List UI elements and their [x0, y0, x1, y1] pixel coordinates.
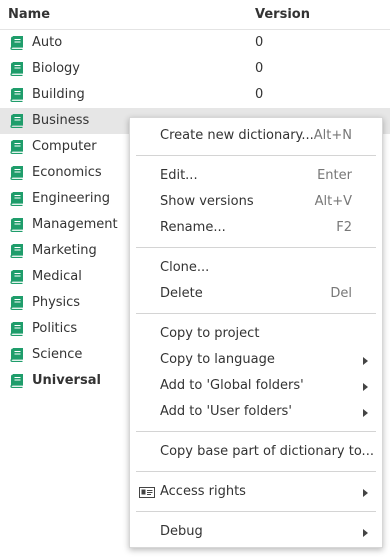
book-icon — [10, 61, 24, 77]
dictionary-name: Biology — [32, 61, 80, 76]
submenu-arrow-icon — [363, 409, 368, 417]
menu-item-label: Rename... — [160, 220, 226, 235]
submenu-arrow-icon — [363, 357, 368, 365]
book-icon — [10, 87, 24, 103]
menu-item-copy-base-part[interactable]: Copy base part of dictionary to... — [130, 439, 382, 465]
dictionary-name: Engineering — [32, 191, 110, 206]
submenu-arrow-icon — [363, 529, 368, 537]
book-icon — [10, 35, 24, 51]
menu-item-label: Copy to language — [160, 352, 275, 367]
book-icon — [10, 321, 24, 337]
menu-item-label: Add to 'User folders' — [160, 404, 292, 419]
dictionary-row[interactable]: Biology 0 — [0, 56, 390, 82]
dictionary-version: 0 — [255, 87, 264, 102]
book-icon — [10, 373, 24, 389]
dictionary-name: Auto — [32, 35, 63, 50]
id-card-icon — [139, 487, 155, 498]
menu-item-clone[interactable]: Clone... — [130, 255, 382, 281]
menu-item-delete[interactable]: Delete Del — [130, 281, 382, 307]
book-icon — [10, 139, 24, 155]
menu-separator — [136, 431, 376, 432]
menu-item-label: Add to 'Global folders' — [160, 378, 304, 393]
menu-item-shortcut: F2 — [336, 220, 352, 235]
book-icon — [10, 243, 24, 259]
book-icon — [10, 347, 24, 363]
menu-item-show-versions[interactable]: Show versions Alt+V — [130, 189, 382, 215]
book-icon — [10, 217, 24, 233]
menu-item-create-new-dictionary[interactable]: Create new dictionary... Alt+N — [130, 123, 382, 149]
menu-item-label: Clone... — [160, 260, 210, 275]
dictionary-name: Physics — [32, 295, 81, 310]
menu-item-label: Copy to project — [160, 326, 260, 341]
menu-separator — [136, 155, 376, 156]
menu-item-copy-to-language[interactable]: Copy to language — [130, 347, 382, 373]
context-menu: Create new dictionary... Alt+N Edit... Ente… — [129, 117, 383, 548]
menu-item-label: Debug — [160, 524, 203, 539]
menu-item-label: Delete — [160, 286, 203, 301]
menu-item-label: Edit... — [160, 168, 198, 183]
dictionary-name: Universal — [32, 373, 101, 388]
book-icon — [10, 295, 24, 311]
dictionary-version: 0 — [255, 61, 264, 76]
menu-item-copy-to-project[interactable]: Copy to project — [130, 321, 382, 347]
menu-item-label: Access rights — [160, 484, 246, 499]
menu-item-add-to-global-folders[interactable]: Add to 'Global folders' — [130, 373, 382, 399]
dictionary-name: Economics — [32, 165, 102, 180]
menu-item-debug[interactable]: Debug — [130, 519, 382, 545]
menu-item-add-to-user-folders[interactable]: Add to 'User folders' — [130, 399, 382, 425]
dictionary-name: Computer — [32, 139, 97, 154]
menu-item-rename[interactable]: Rename... F2 — [130, 215, 382, 241]
dictionary-row[interactable]: Auto 0 — [0, 30, 390, 56]
book-icon — [10, 165, 24, 181]
column-header-name[interactable]: Name — [8, 7, 50, 22]
dictionary-name: Building — [32, 87, 85, 102]
column-header-version[interactable]: Version — [255, 7, 310, 22]
dictionary-row[interactable]: Building 0 — [0, 82, 390, 108]
menu-item-edit[interactable]: Edit... Enter — [130, 163, 382, 189]
menu-separator — [136, 471, 376, 472]
dictionary-name: Politics — [32, 321, 78, 336]
menu-separator — [136, 511, 376, 512]
menu-item-label: Show versions — [160, 194, 254, 209]
book-icon — [10, 113, 24, 129]
menu-item-label: Copy base part of dictionary to... — [160, 444, 374, 459]
menu-separator — [136, 313, 376, 314]
dictionary-version: 0 — [255, 35, 264, 50]
book-icon — [10, 191, 24, 207]
dictionary-name: Business — [32, 113, 90, 128]
submenu-arrow-icon — [363, 383, 368, 391]
menu-item-label: Create new dictionary... — [160, 128, 314, 143]
menu-item-shortcut: Alt+V — [314, 194, 352, 209]
dictionary-name: Marketing — [32, 243, 97, 258]
menu-item-shortcut: Enter — [317, 168, 352, 183]
list-header: Name Version — [0, 0, 390, 30]
dictionary-name: Medical — [32, 269, 82, 284]
menu-item-access-rights[interactable]: Access rights — [130, 479, 382, 505]
dictionary-name: Science — [32, 347, 83, 362]
dictionary-name: Management — [32, 217, 118, 232]
menu-item-shortcut: Del — [330, 286, 352, 301]
book-icon — [10, 269, 24, 285]
submenu-arrow-icon — [363, 489, 368, 497]
menu-item-shortcut: Alt+N — [313, 128, 352, 143]
menu-separator — [136, 247, 376, 248]
